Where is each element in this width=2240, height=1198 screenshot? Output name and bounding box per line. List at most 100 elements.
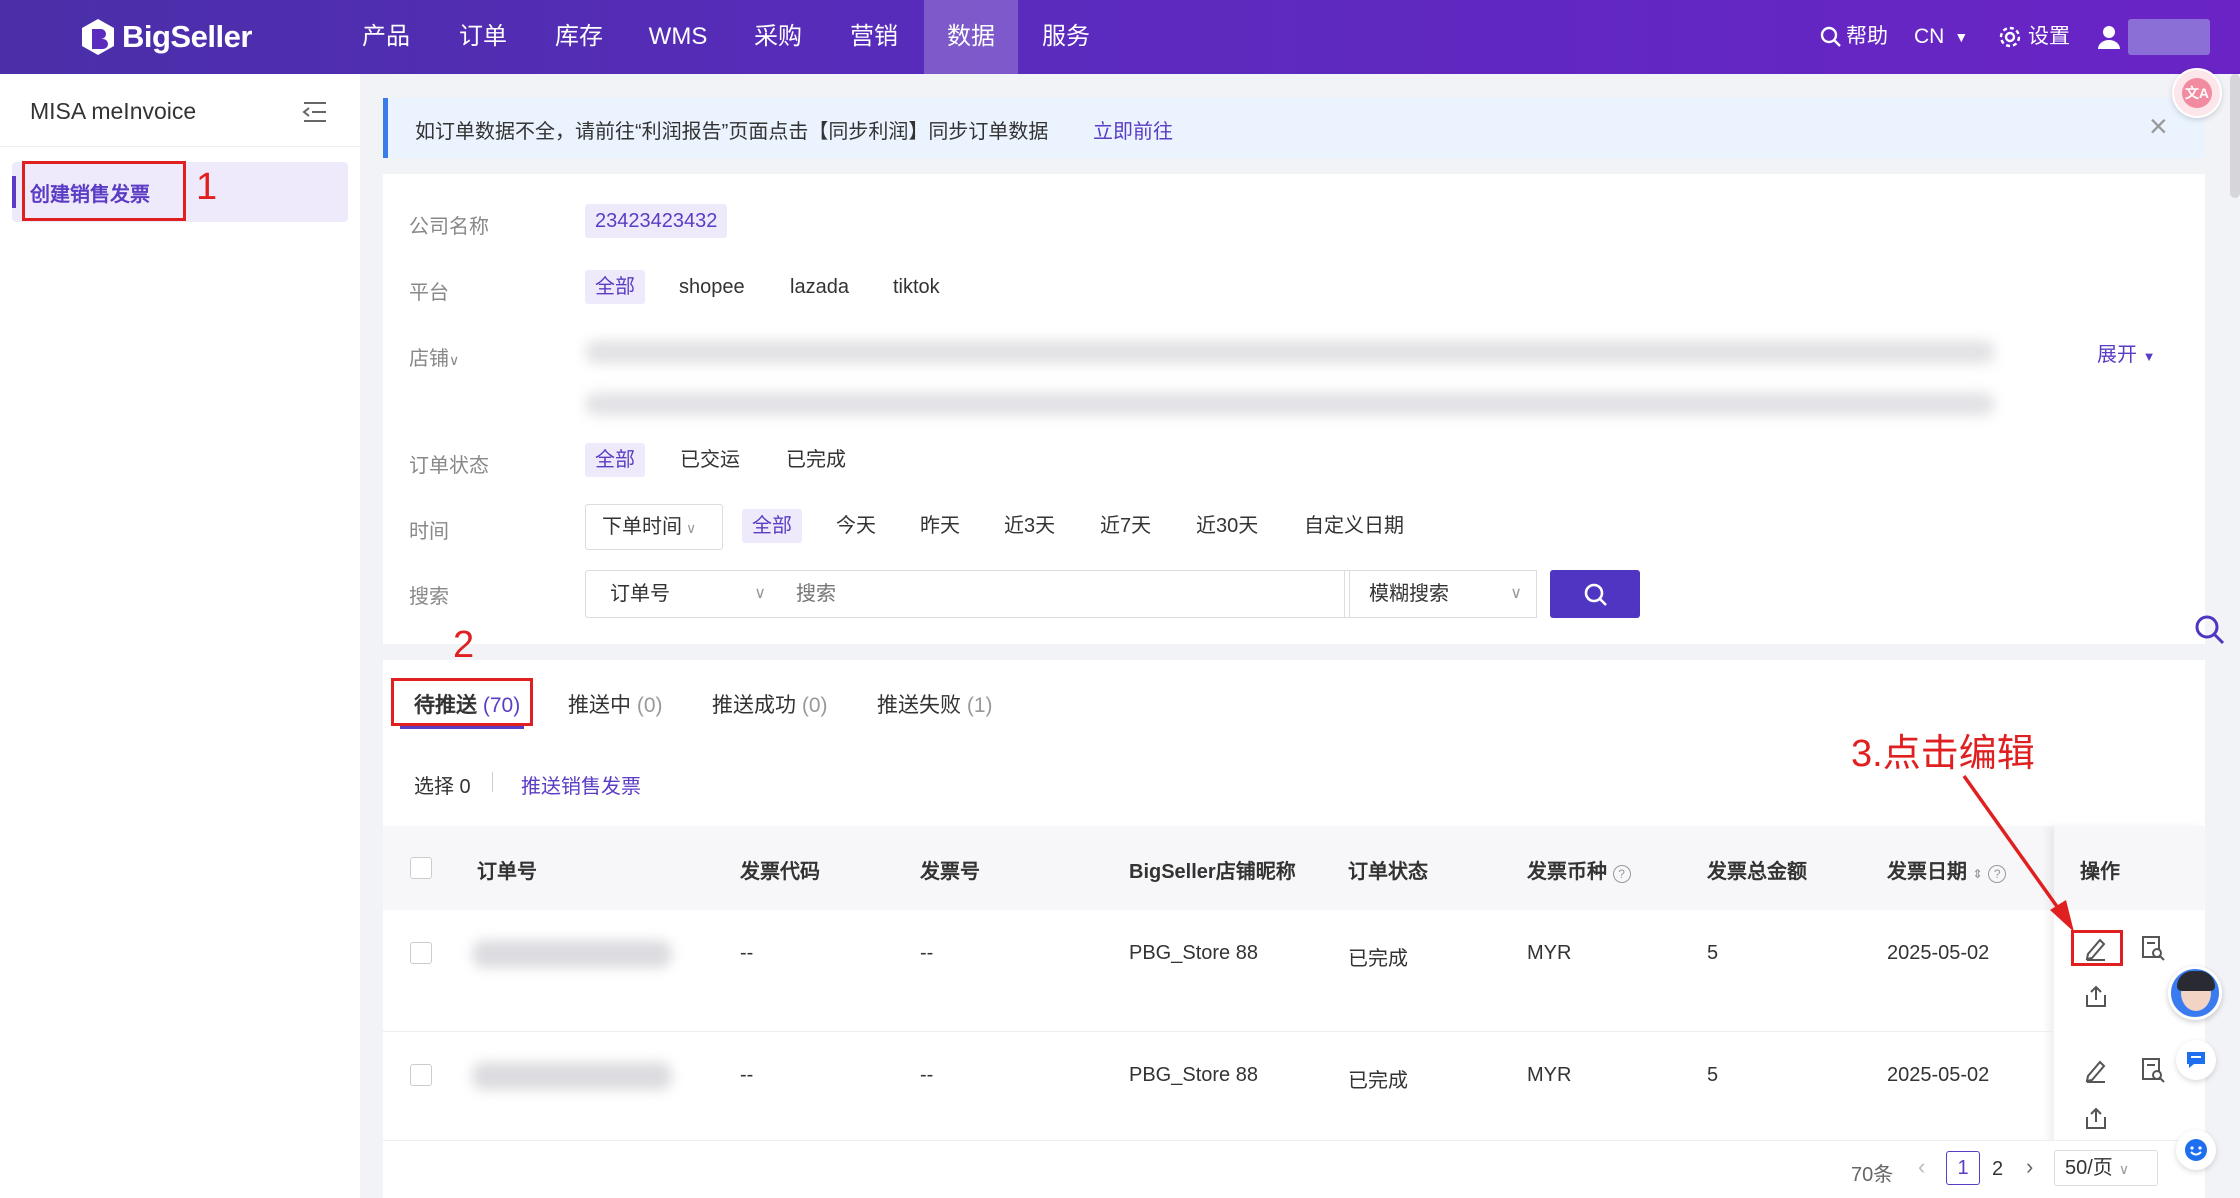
status-shipped[interactable]: 已交运 (670, 443, 750, 477)
select-all-checkbox[interactable] (410, 857, 432, 879)
search-label: 搜索 (409, 586, 449, 608)
total-count: 70条 (1851, 1164, 1894, 1186)
feedback-button[interactable] (2176, 1130, 2216, 1170)
next-page-icon[interactable]: › (2026, 1154, 2033, 1180)
time-custom-date[interactable]: 自定义日期 (1294, 509, 1414, 543)
edit-icon[interactable] (2083, 1057, 2109, 1083)
cell-store-nickname: PBG_Store 88 (1129, 942, 1258, 964)
search-input[interactable] (780, 570, 1350, 618)
nav-item-products[interactable]: 产品 (350, 0, 422, 74)
time-today[interactable]: 今天 (826, 509, 886, 543)
order-number-redacted (472, 940, 672, 968)
close-icon[interactable]: × (2149, 108, 2168, 145)
time-type-select[interactable]: 下单时间 ∨ (585, 504, 723, 550)
bigseller-logo-icon (82, 19, 114, 55)
platform-label: 平台 (409, 282, 449, 304)
cell-order-status: 已完成 (1348, 1070, 1408, 1092)
search-field-select[interactable]: 订单号 ∨ (585, 570, 781, 618)
tab-success[interactable]: 推送成功 (0) (712, 689, 828, 719)
platform-lazada[interactable]: lazada (780, 270, 859, 304)
notice-accent (383, 98, 388, 158)
status-completed[interactable]: 已完成 (776, 443, 856, 477)
time-yesterday[interactable]: 昨天 (910, 509, 970, 543)
push-upload-icon[interactable] (2083, 1105, 2109, 1131)
store-list-redacted (585, 334, 2005, 424)
cell-invoice-number: -- (920, 942, 934, 964)
cell-store-nickname: PBG_Store 88 (1129, 1064, 1258, 1086)
redacted-store-row (585, 392, 1995, 416)
push-upload-icon[interactable] (2083, 983, 2109, 1009)
time-label: 时间 (409, 521, 449, 543)
nav-item-inventory[interactable]: 库存 (543, 0, 615, 74)
company-value[interactable]: 23423423432 (585, 204, 728, 238)
column-invoice-code: 发票代码 (740, 861, 820, 883)
nav-item-marketing[interactable]: 营销 (838, 0, 910, 74)
row-checkbox[interactable] (410, 942, 432, 964)
annotation-step-3: 3.点击编辑 (1851, 733, 2035, 775)
prev-page-icon[interactable]: ‹ (1918, 1154, 1925, 1180)
translate-widget[interactable]: 文A (2172, 68, 2222, 118)
platform-tiktok[interactable]: tiktok (883, 270, 950, 304)
tab-failed[interactable]: 推送失败 (1) (877, 689, 993, 719)
page-1[interactable]: 1 (1946, 1151, 1980, 1185)
column-currency-label: 发票币种 (1527, 861, 1607, 883)
chevron-down-icon: ∨ (686, 520, 697, 536)
page-size-select[interactable]: 50/页 ∨ (2054, 1150, 2158, 1186)
nav-item-data[interactable]: 数据 (924, 0, 1018, 74)
notice-link[interactable]: 立即前往 (1093, 115, 1173, 144)
time-all[interactable]: 全部 (742, 509, 802, 543)
nav-item-purchase[interactable]: 采购 (742, 0, 814, 74)
pagination-bar (383, 1140, 2205, 1198)
chat-button[interactable] (2176, 1040, 2216, 1080)
sidebar-divider (0, 146, 360, 147)
user-menu[interactable] (2096, 0, 2210, 74)
search-mode-select[interactable]: 模糊搜索 ∨ (1344, 570, 1537, 618)
tab-failed-label: 推送失败 (877, 694, 961, 717)
cell-currency: MYR (1527, 942, 1572, 964)
brand-name: BigSeller (122, 19, 252, 54)
platform-all[interactable]: 全部 (585, 270, 645, 304)
nav-item-wms[interactable]: WMS (640, 0, 716, 74)
time-last-30-days[interactable]: 近30天 (1186, 509, 1268, 543)
bigseller-logo[interactable]: BigSeller (80, 16, 252, 58)
column-store-nickname: BigSeller店铺昵称 (1129, 861, 1296, 883)
invoice-preview-icon[interactable] (2140, 935, 2166, 961)
language-label: CN (1914, 25, 1945, 48)
tab-pushing-count: (0) (636, 694, 663, 717)
toolbar-divider (492, 772, 493, 792)
top-navigation-bar: BigSeller 产品 订单 库存 WMS 采购 营销 数据 服务 帮助 CN… (0, 0, 2240, 74)
expand-stores-button[interactable]: 展开 ▼ (2097, 338, 2155, 367)
caret-down-icon: ▼ (2142, 349, 2156, 364)
help-link[interactable]: 帮助 (1820, 0, 1888, 74)
nav-item-orders[interactable]: 订单 (447, 0, 519, 74)
order-number-redacted (472, 1062, 672, 1090)
page-scrollbar[interactable] (2230, 74, 2240, 198)
nav-item-services[interactable]: 服务 (1030, 0, 1102, 74)
tab-pushing-label: 推送中 (568, 694, 631, 717)
search-button[interactable] (1550, 570, 1640, 618)
column-order-number: 订单号 (477, 861, 537, 883)
row-checkbox[interactable] (410, 1064, 432, 1086)
time-last-3-days[interactable]: 近3天 (994, 509, 1065, 543)
language-selector[interactable]: CN ▼ (1914, 0, 1968, 74)
tab-pushing[interactable]: 推送中 (0) (568, 689, 663, 719)
user-icon (2098, 26, 2120, 49)
help-icon[interactable]: ? (1612, 865, 1631, 883)
floating-search-icon[interactable] (2194, 614, 2226, 646)
time-last-7-days[interactable]: 近7天 (1090, 509, 1161, 543)
push-invoice-button[interactable]: 推送销售发票 (521, 770, 641, 799)
invoice-preview-icon[interactable] (2140, 1057, 2166, 1083)
support-agent-avatar[interactable] (2168, 966, 2222, 1020)
settings-link[interactable]: 设置 (1998, 0, 2070, 74)
table-row (383, 1032, 2054, 1154)
caret-down-icon: ▼ (1954, 29, 1969, 45)
status-all[interactable]: 全部 (585, 443, 645, 477)
collapse-menu-icon[interactable] (302, 100, 328, 124)
platform-shopee[interactable]: shopee (669, 270, 755, 304)
tab-success-count: (0) (801, 694, 828, 717)
store-label-text: 店铺 (409, 348, 449, 370)
store-label[interactable]: 店铺∨ (409, 342, 459, 371)
smile-icon (2185, 1139, 2207, 1161)
table-row (383, 910, 2054, 1032)
page-2[interactable]: 2 (1992, 1158, 2003, 1181)
